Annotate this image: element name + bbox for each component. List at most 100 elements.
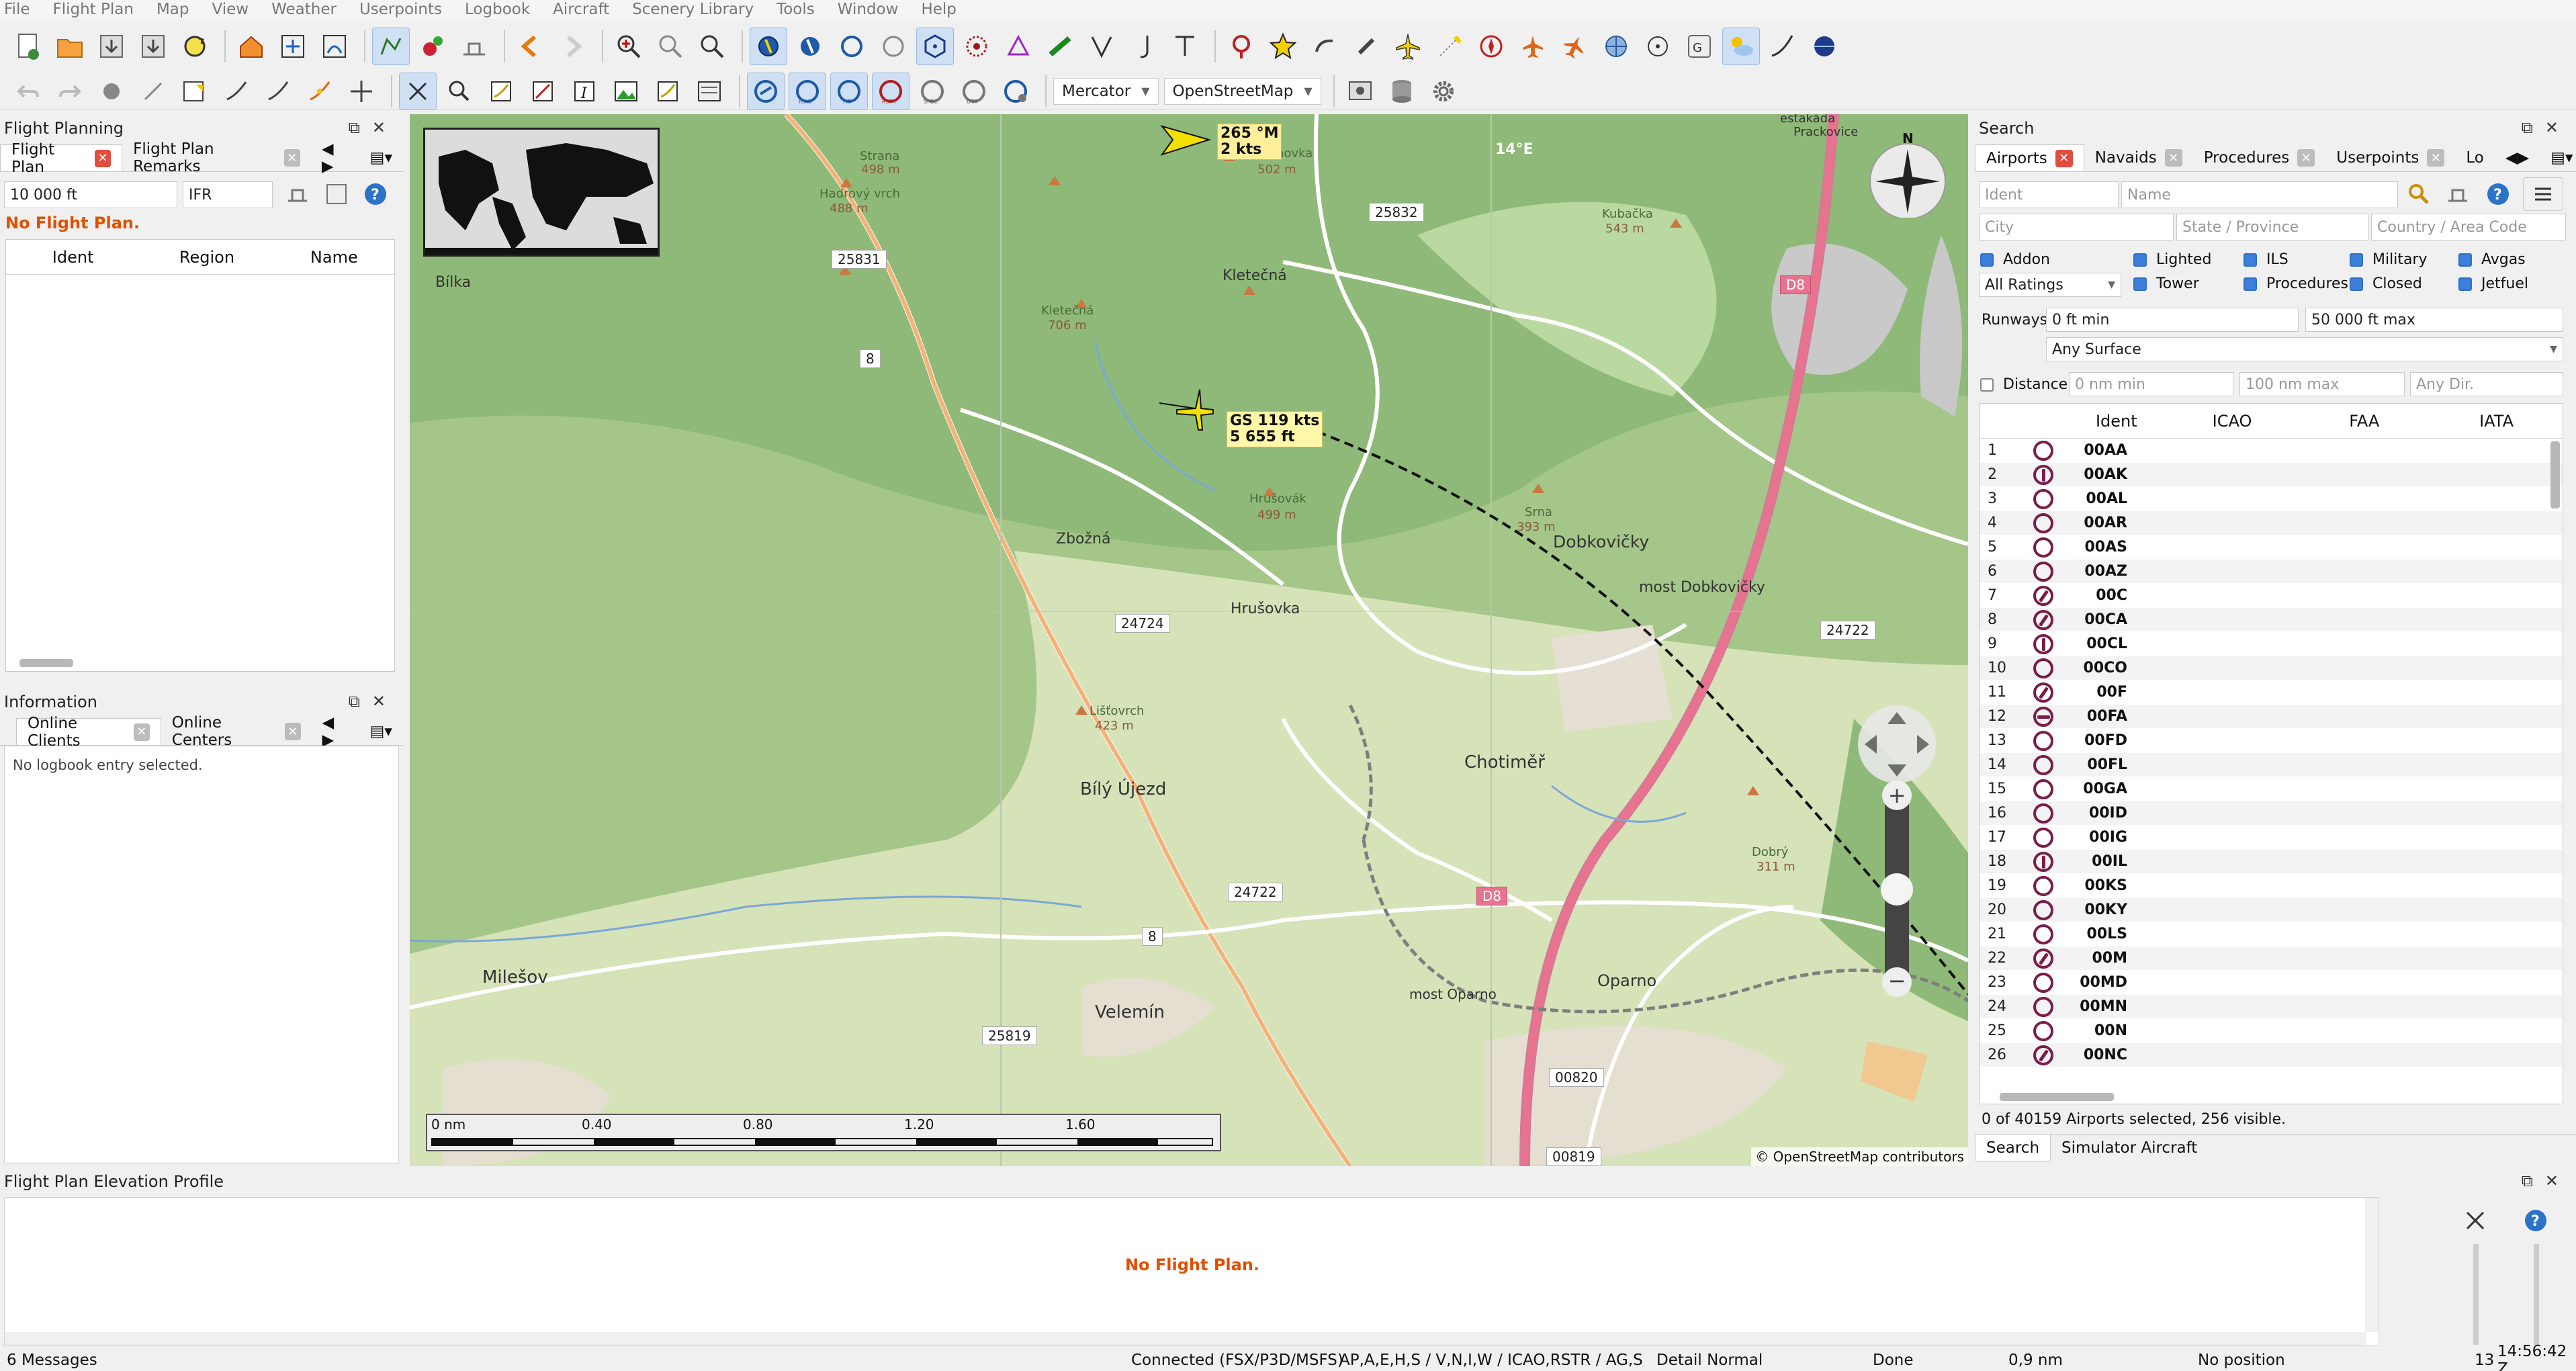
elevation-measure-icon[interactable] — [2458, 1204, 2492, 1237]
show-grid-icon[interactable] — [1597, 28, 1635, 65]
text-icon[interactable]: I — [566, 73, 603, 110]
checkbox-closed[interactable]: Closed — [2350, 275, 2422, 292]
checkbox-military[interactable]: Military — [2350, 251, 2428, 268]
search-map-icon[interactable] — [441, 73, 478, 110]
menu-map[interactable]: Map — [157, 1, 189, 18]
vertical-scrollbar[interactable] — [2365, 1198, 2379, 1332]
home-icon[interactable] — [232, 28, 270, 65]
elevation-zoom-slider[interactable] — [2473, 1244, 2479, 1345]
tab-procedures[interactable]: Procedures ✕ — [2193, 144, 2326, 171]
help-icon[interactable]: ? — [359, 177, 392, 211]
panel-float-close-icon[interactable]: ⧉✕ — [2522, 118, 2571, 137]
show-compass-rose-icon[interactable] — [1347, 28, 1385, 65]
show-globe-icon[interactable] — [1806, 28, 1843, 65]
tab-userpoints[interactable]: Userpoints ✕ — [2325, 144, 2455, 171]
checkbox-addon[interactable]: Addon — [1980, 251, 2050, 268]
checkbox-lighted[interactable]: Lighted — [2133, 251, 2211, 268]
zoom-slider[interactable]: + − — [1881, 781, 1913, 997]
checkbox-avgas[interactable]: Avgas — [2458, 251, 2526, 268]
route-description-icon[interactable] — [482, 73, 520, 110]
table-row[interactable]: 14 00FL — [1980, 753, 2563, 777]
horizontal-scrollbar[interactable] — [2000, 1093, 2114, 1101]
tab-search[interactable]: Search — [1975, 1135, 2051, 1161]
calc-route-icon[interactable] — [93, 73, 130, 110]
state-province-input[interactable]: State / Province — [2176, 214, 2368, 240]
horizontal-scrollbar[interactable] — [5, 1332, 2366, 1345]
table-row[interactable]: 9 00CL — [1980, 632, 2563, 656]
tab-menu-icon[interactable]: ▤▾ — [2540, 144, 2576, 171]
route-adjust-icon[interactable] — [301, 73, 339, 110]
add-userpoint-icon[interactable] — [176, 73, 214, 110]
column-name[interactable]: Name — [274, 248, 394, 267]
table-row[interactable]: 19 00KS — [1980, 874, 2563, 898]
show-ai-aircraft-icon[interactable] — [1514, 28, 1552, 65]
table-row[interactable]: 21 00LS — [1980, 922, 2563, 946]
close-tab-icon[interactable]: ✕ — [283, 149, 300, 167]
menu-view[interactable]: View — [212, 1, 249, 18]
show-soft-airports-icon[interactable] — [791, 28, 829, 65]
close-tab-icon[interactable]: ✕ — [2427, 149, 2445, 167]
close-tab-icon[interactable]: ✕ — [284, 723, 301, 740]
settings-gear-icon[interactable] — [1425, 73, 1462, 110]
clear-map-icon[interactable] — [691, 73, 728, 110]
menu-scenery-library[interactable]: Scenery Library — [632, 1, 754, 18]
table-row[interactable]: 26 00NC — [1980, 1043, 2563, 1067]
altitude-input[interactable]: 10 000 ft — [4, 181, 177, 208]
overview-minimap[interactable] — [423, 128, 660, 257]
name-search-input[interactable]: Name — [2121, 181, 2398, 208]
show-vor-icon[interactable] — [916, 28, 954, 65]
table-row[interactable]: 22 00M — [1980, 946, 2563, 971]
show-ils-icon[interactable] — [1041, 28, 1079, 65]
tab-flight-plan-remarks[interactable]: Flight Plan Remarks ✕ — [122, 140, 311, 175]
show-ai-ships-icon[interactable] — [1556, 28, 1593, 65]
zoom-out-button[interactable]: − — [1882, 967, 1912, 997]
table-row[interactable]: 10 00CO — [1980, 656, 2563, 680]
checkbox-distance[interactable]: Distance: — [1980, 376, 2073, 393]
reload-icon[interactable] — [176, 28, 214, 65]
route-reverse-icon[interactable] — [343, 73, 380, 110]
airport-icon[interactable] — [455, 28, 493, 65]
map-overview-icon[interactable] — [372, 28, 410, 65]
menu-userpoints[interactable]: Userpoints — [359, 1, 442, 18]
show-airspace-special-icon[interactable]: SPEC — [914, 73, 951, 110]
show-victor-airways-icon[interactable] — [1083, 28, 1120, 65]
show-airspace-fir-icon[interactable]: FIR — [830, 72, 868, 110]
column-faa[interactable]: FAA — [2298, 412, 2430, 431]
tab-navaids[interactable]: Navaids ✕ — [2084, 144, 2193, 171]
table-row[interactable]: 15 00GA — [1980, 777, 2563, 801]
tab-online-centers[interactable]: Online Centers ✕ — [161, 714, 312, 749]
show-tracks-icon[interactable] — [1166, 28, 1204, 65]
show-airspace-other-icon[interactable]: OTR — [955, 73, 993, 110]
table-row[interactable]: 17 00IG — [1980, 826, 2563, 850]
ratings-select[interactable]: All Ratings ▼ — [1979, 273, 2121, 297]
show-airspace-icao-icon[interactable]: ICAO — [789, 72, 826, 110]
plan-tool-icon[interactable] — [281, 177, 314, 211]
map-theme-select[interactable]: OpenStreetMap ▼ — [1163, 77, 1321, 105]
show-ndb-icon[interactable] — [958, 28, 995, 65]
tab-airports[interactable]: Airports ✕ — [1975, 144, 2084, 171]
show-compass-icon[interactable] — [1472, 28, 1510, 65]
table-row[interactable]: 1 00AA — [1980, 439, 2563, 463]
tab-scroll-arrows-icon[interactable]: ◀▶ — [2495, 144, 2540, 171]
panel-float-close-icon[interactable]: ⧉✕ — [349, 118, 398, 137]
vertical-scrollbar[interactable] — [2550, 441, 2560, 508]
table-row[interactable]: 16 00ID — [1980, 801, 2563, 826]
airport-search-icon[interactable] — [414, 28, 451, 65]
reset-search-icon[interactable] — [2441, 177, 2475, 211]
show-weather-icon[interactable] — [1722, 28, 1760, 65]
show-airspace-all-icon[interactable] — [747, 72, 785, 110]
table-row[interactable]: 23 00MD — [1980, 971, 2563, 995]
route-direct-icon[interactable] — [218, 73, 255, 110]
menu-window[interactable]: Window — [838, 1, 899, 18]
open-folder-icon[interactable] — [51, 28, 89, 65]
table-row[interactable]: 18 00IL — [1980, 850, 2563, 874]
menu-help[interactable]: Help — [921, 1, 956, 18]
close-tab-icon[interactable]: ✕ — [2055, 149, 2073, 167]
zoom-in-icon[interactable] — [610, 28, 648, 65]
elevation-zoom-slider[interactable] — [2534, 1244, 2539, 1345]
back-icon[interactable] — [512, 28, 549, 65]
show-elevation-icon[interactable] — [1764, 28, 1802, 65]
show-favorites-icon[interactable] — [1264, 28, 1302, 65]
zoom-out-icon[interactable] — [652, 28, 689, 65]
country-input[interactable]: Country / Area Code — [2371, 214, 2566, 240]
